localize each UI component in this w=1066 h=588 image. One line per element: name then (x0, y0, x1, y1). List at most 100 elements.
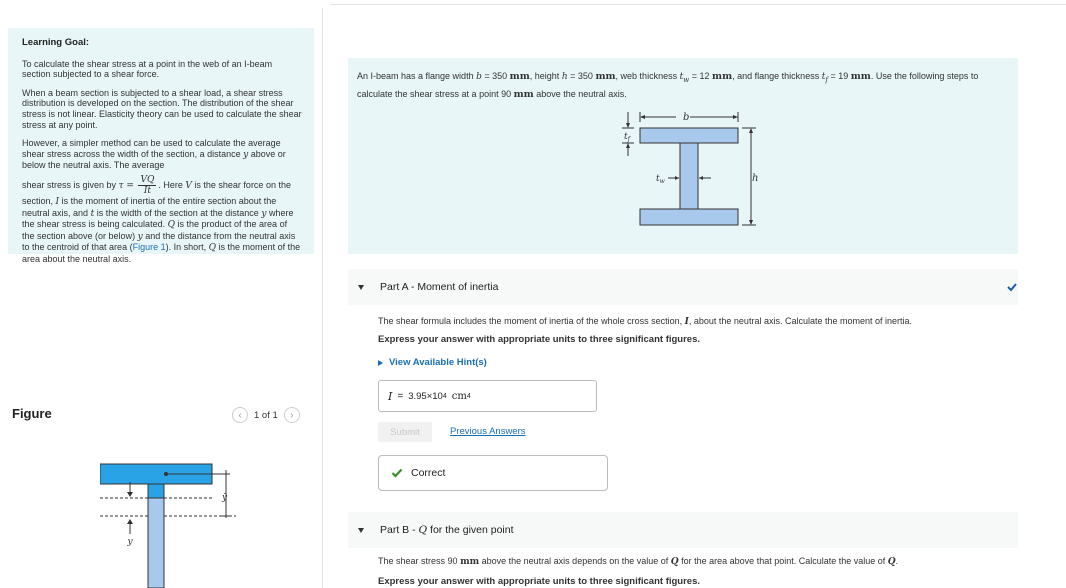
bottom-flange (639, 208, 739, 226)
tf-arrowhead-bottom (626, 143, 630, 148)
b-arrow-left (640, 115, 645, 119)
part-a-title: Part A - Moment of inertia (380, 281, 499, 293)
collapse-caret-icon[interactable] (358, 284, 364, 290)
top-flange (639, 127, 739, 144)
figure-ibeam-diagram: y ȳ (100, 463, 236, 588)
shear-formula-fraction: VQ It (138, 174, 157, 196)
text: . (895, 556, 899, 566)
y-arrowhead-up (127, 519, 133, 524)
figure-title: Figure (12, 406, 52, 421)
unit-mm: mm (509, 71, 530, 82)
sub-w: w (683, 75, 690, 84)
text: above the neutral axis. (536, 88, 627, 99)
text: , height (529, 71, 560, 81)
checkmark-icon (391, 468, 403, 478)
text: , about the neutral axis. Calculate the … (688, 316, 913, 326)
var-Q: Q (418, 524, 428, 536)
part-b-instruction: Express your answer with appropriate uni… (378, 576, 701, 587)
web (679, 142, 699, 210)
learning-goal-panel: Learning Goal: To calculate the shear st… (8, 28, 314, 264)
unit-mm: mm (712, 71, 733, 82)
centroid-dot (164, 472, 168, 476)
text: , and flange thickness (732, 71, 820, 81)
pager-label: 1 of 1 (254, 409, 278, 421)
answer-field[interactable]: I = 3.95×10 4 cm 4 (378, 380, 597, 412)
var-tw: tw (680, 72, 690, 84)
part-b-prompt: The shear stress 90 mm above the neutral… (378, 556, 898, 567)
part-a-header[interactable]: Part A - Moment of inertia (348, 269, 1018, 305)
tf-arrowhead-top (626, 123, 630, 128)
text: for the area above that point. Calculate… (681, 556, 886, 566)
h-arrowhead-bottom (749, 220, 753, 225)
var-tf: tf (822, 72, 828, 84)
label-y-bar: ȳ (221, 493, 228, 503)
y-arrowhead-down (127, 492, 133, 497)
answer-value: 3.95×10 (408, 390, 443, 402)
learning-goal-p4: shear stress is given by τ = VQ It. Here … (22, 175, 302, 265)
chevron-left-icon[interactable]: ‹ (232, 407, 248, 423)
b-arrow-right (733, 115, 738, 119)
text: = 350 (484, 71, 508, 81)
top-divider (330, 4, 1066, 5)
label-b: b (683, 112, 689, 123)
unit-mm: mm (595, 71, 616, 82)
label-tf: tf (624, 132, 632, 143)
answer-var-I: I (388, 389, 393, 403)
submit-button[interactable]: Submit (378, 422, 432, 442)
part-b-header[interactable]: Part B - Q for the given point (348, 512, 1018, 548)
tw-arrowhead-right (699, 176, 703, 180)
collapse-caret-icon[interactable] (358, 527, 364, 533)
text: However, a simpler method can be used to… (22, 138, 281, 159)
unit-mm: mm (460, 557, 480, 567)
var-t: t (90, 208, 95, 219)
text: The shear stress 90 (378, 556, 458, 566)
problem-panel: An I-beam has a flange width b = 350 mm,… (348, 58, 1018, 254)
previous-answers-link[interactable]: Previous Answers (450, 426, 526, 437)
label-y: y (126, 537, 133, 547)
var-Q: Q (167, 220, 175, 231)
label-tf-sub: f (627, 136, 632, 143)
var-Q: Q (887, 557, 896, 567)
figure-pager: ‹ 1 of 1 › (232, 406, 300, 424)
ibeam-cross-section-diagram: b tf tw h (622, 112, 758, 226)
learning-goal-title: Learning Goal: (22, 37, 90, 48)
part-b-title: Part B - Q for the given point (380, 524, 514, 536)
expand-triangle-icon (378, 359, 383, 366)
unit-mm: mm (513, 88, 534, 100)
var-y: y (137, 231, 143, 242)
web-shaded (147, 483, 165, 499)
correct-label: Correct (411, 467, 446, 479)
answer-exponent: 4 (442, 392, 447, 400)
text: . Here (158, 179, 183, 190)
var-I: I (55, 196, 60, 207)
figure-1-link[interactable]: Figure 1 (133, 242, 166, 252)
view-hints-toggle[interactable]: View Available Hint(s) (378, 357, 487, 368)
var-Q: Q (208, 243, 217, 254)
text: The shear formula includes the moment of… (378, 316, 683, 326)
h-arrowhead-top (749, 128, 753, 133)
correct-feedback: Correct (378, 455, 608, 491)
text: = 19 (830, 71, 849, 81)
label-h: h (752, 173, 758, 184)
web-lower (147, 497, 165, 588)
label-tw: tw (656, 174, 666, 185)
text: above the neutral axis depends on the va… (481, 556, 669, 566)
column-divider (322, 8, 323, 588)
part-a-instruction: Express your answer with appropriate uni… (378, 334, 701, 345)
text: Part B - (380, 524, 416, 536)
var-y: y (243, 149, 249, 160)
text: shear stress is given by (22, 179, 117, 190)
tau-equation: τ = (118, 180, 134, 191)
fraction-numerator: VQ (138, 174, 157, 186)
unit-mm: mm (850, 71, 871, 82)
text: An I-beam has a flange width (357, 71, 474, 81)
tw-arrowhead-left (675, 176, 679, 180)
text: = 350 (570, 71, 593, 81)
chevron-right-icon[interactable]: › (283, 407, 300, 423)
sub-f: f (825, 75, 828, 84)
part-a-prompt: The shear formula includes the moment of… (378, 316, 912, 327)
answer-equals: = (397, 390, 404, 402)
fraction-denominator: It (143, 185, 151, 196)
checkmark-icon (1007, 283, 1017, 292)
var-h: h (561, 72, 568, 82)
